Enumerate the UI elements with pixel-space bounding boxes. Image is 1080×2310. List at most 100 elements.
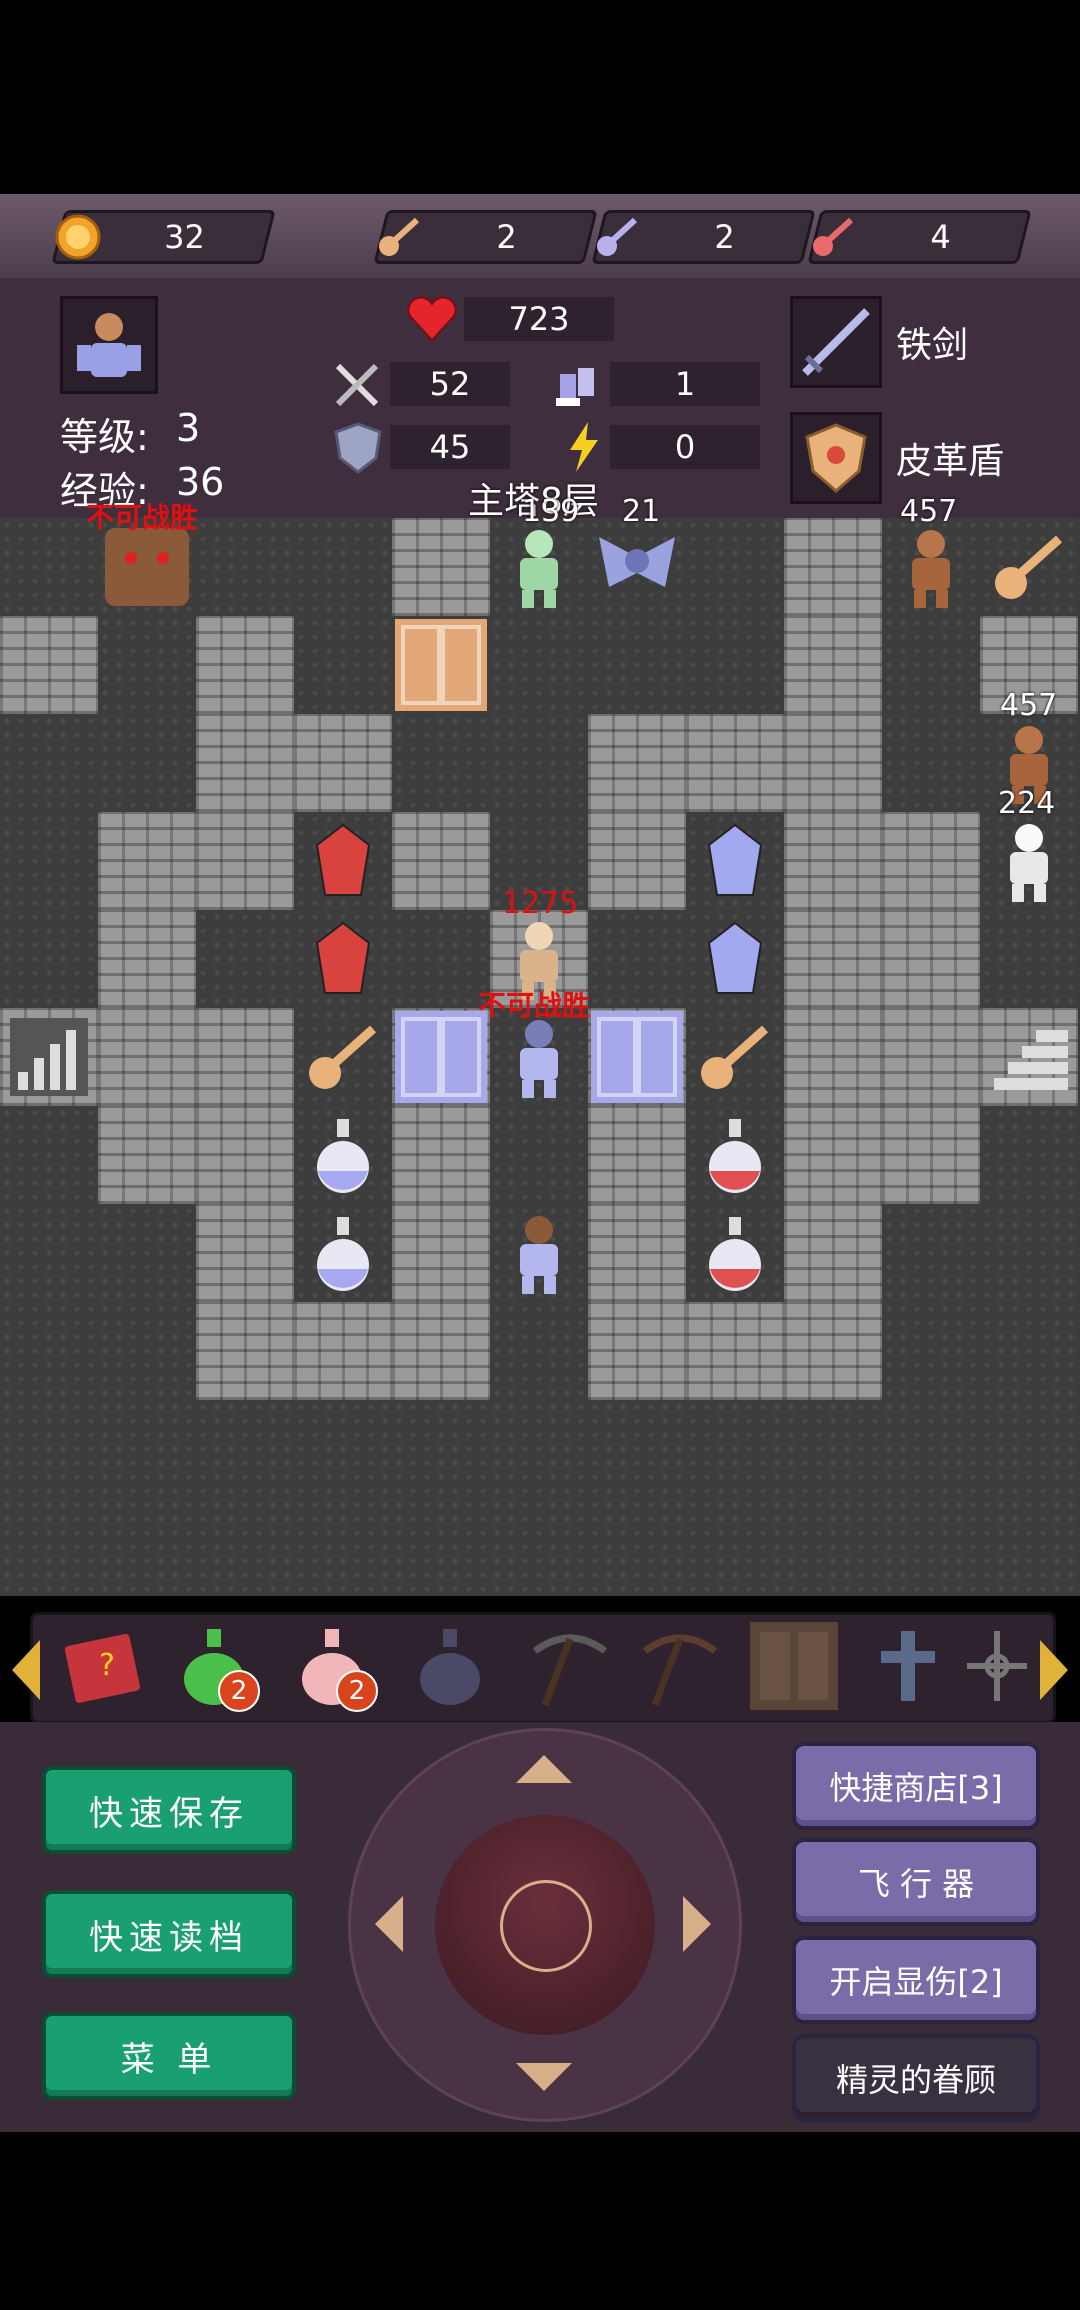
arrow-up-icon[interactable]	[516, 1755, 572, 1783]
wall-tile	[294, 1302, 392, 1400]
wall-tile	[196, 1204, 294, 1302]
wall-tile	[392, 1302, 490, 1400]
floor-tile	[98, 616, 196, 714]
pickaxe-icon	[532, 1634, 608, 1707]
weapon-slot[interactable]	[790, 296, 882, 388]
gold-coin-icon	[53, 212, 103, 262]
floor-tile	[392, 1400, 490, 1498]
pickaxe-item[interactable]	[520, 1616, 620, 1716]
book-icon: ?	[64, 1633, 141, 1703]
spirit-blessing-button[interactable]: 精灵的眷顾	[792, 2034, 1040, 2122]
wall-tile	[784, 616, 882, 714]
hero-icon	[490, 1204, 588, 1302]
agility-stat: 1	[550, 358, 760, 410]
red-potion-2-icon	[686, 1204, 784, 1302]
show-damage-button[interactable]: 开启显伤[2]	[792, 1936, 1040, 2024]
wall-tile	[98, 812, 196, 910]
floor-tile	[490, 1400, 588, 1498]
agility-value: 1	[610, 362, 760, 406]
wall-tile	[392, 518, 490, 616]
upstairs-icon	[0, 1008, 98, 1106]
hp-value: 723	[464, 297, 614, 341]
dpad-ring-icon	[500, 1880, 592, 1972]
wall-tile	[588, 812, 686, 910]
floor-tile	[784, 1498, 882, 1596]
item-next-arrow-icon[interactable]	[1040, 1640, 1068, 1700]
blue-gem-icon	[686, 812, 784, 910]
knight-warning-label: 不可战胜	[478, 989, 591, 1022]
blue-gem-2-icon	[686, 910, 784, 1008]
menu-button[interactable]: 菜 单	[42, 2012, 296, 2100]
pink-potion-count: 2	[336, 1670, 378, 1712]
gold-counter: 32	[51, 210, 276, 264]
weapon-name: 铁剑	[896, 325, 969, 366]
game-map[interactable]	[0, 518, 1080, 1596]
flyer-button[interactable]: 飞 行 器	[792, 1838, 1040, 1926]
ogre-right-damage-label: 457	[1000, 688, 1058, 723]
quick-save-button[interactable]: 快速保存	[42, 1766, 296, 1854]
blue-key-icon	[593, 212, 643, 262]
pickaxe-2-item[interactable]	[630, 1616, 730, 1716]
door-item[interactable]	[744, 1616, 844, 1716]
wall-tile	[98, 910, 196, 1008]
floor-tile	[980, 1400, 1078, 1498]
dpad-center[interactable]	[435, 1815, 655, 2035]
floor-tile	[294, 1400, 392, 1498]
arrow-left-icon[interactable]	[375, 1896, 403, 1952]
floor-tile	[0, 910, 98, 1008]
floor-tile	[490, 714, 588, 812]
blue-key-counter: 2	[591, 210, 816, 264]
floor-tile	[686, 1498, 784, 1596]
floor-tile	[0, 1302, 98, 1400]
wall-tile	[784, 1008, 882, 1106]
floor-tile	[196, 1400, 294, 1498]
shield-slot[interactable]	[790, 412, 882, 504]
floor-tile	[490, 616, 588, 714]
bat-icon	[588, 518, 686, 616]
dark-flask-item[interactable]	[400, 1616, 500, 1716]
blue-door-right-icon	[588, 1008, 686, 1106]
ogre-top-damage-label: 457	[900, 494, 958, 529]
floor-tile	[392, 714, 490, 812]
pink-potion-item[interactable]: 2	[282, 1616, 382, 1716]
floor-tile	[294, 616, 392, 714]
quick-shop-button[interactable]: 快捷商店[3]	[792, 1742, 1040, 1830]
wall-tile	[196, 1302, 294, 1400]
monster-manual-item[interactable]: ?	[54, 1616, 154, 1716]
snowflake-item[interactable]	[962, 1616, 1032, 1716]
zombie-damage-label: 139	[522, 494, 580, 529]
resource-bar: 32 2 2 4	[0, 194, 1080, 278]
direction-pad[interactable]	[348, 1728, 742, 2122]
wall-tile	[196, 1008, 294, 1106]
arrow-right-icon[interactable]	[683, 1896, 711, 1952]
svg-text:?: ?	[99, 1648, 115, 1683]
yellow-key-icon	[375, 212, 425, 262]
cross-item[interactable]	[858, 1616, 958, 1716]
floor-tile	[980, 1106, 1078, 1204]
yellow-key-map-icon	[980, 518, 1078, 616]
wall-tile	[98, 1106, 196, 1204]
floor-tile	[882, 1498, 980, 1596]
floor-tile	[196, 518, 294, 616]
wall-tile	[294, 714, 392, 812]
item-prev-arrow-icon[interactable]	[12, 1640, 40, 1700]
quick-load-button[interactable]: 快速读档	[42, 1890, 296, 1978]
bat-damage-label: 21	[622, 494, 661, 529]
floor-tile	[980, 1498, 1078, 1596]
floor-tile	[98, 1400, 196, 1498]
blue-key-value: 2	[714, 218, 735, 256]
yellow-key-right-icon	[686, 1008, 784, 1106]
floor-tile	[588, 910, 686, 1008]
wall-tile	[196, 812, 294, 910]
floor-tile	[980, 1204, 1078, 1302]
wall-tile	[882, 1008, 980, 1106]
yellow-key-value: 2	[496, 218, 517, 256]
door-icon	[750, 1622, 838, 1710]
heart-icon	[407, 296, 457, 342]
floor-tile	[294, 1498, 392, 1596]
wall-tile	[588, 1302, 686, 1400]
green-potion-item[interactable]: 2	[164, 1616, 264, 1716]
arrow-down-icon[interactable]	[516, 2063, 572, 2091]
wall-tile	[588, 1106, 686, 1204]
wall-tile	[0, 616, 98, 714]
